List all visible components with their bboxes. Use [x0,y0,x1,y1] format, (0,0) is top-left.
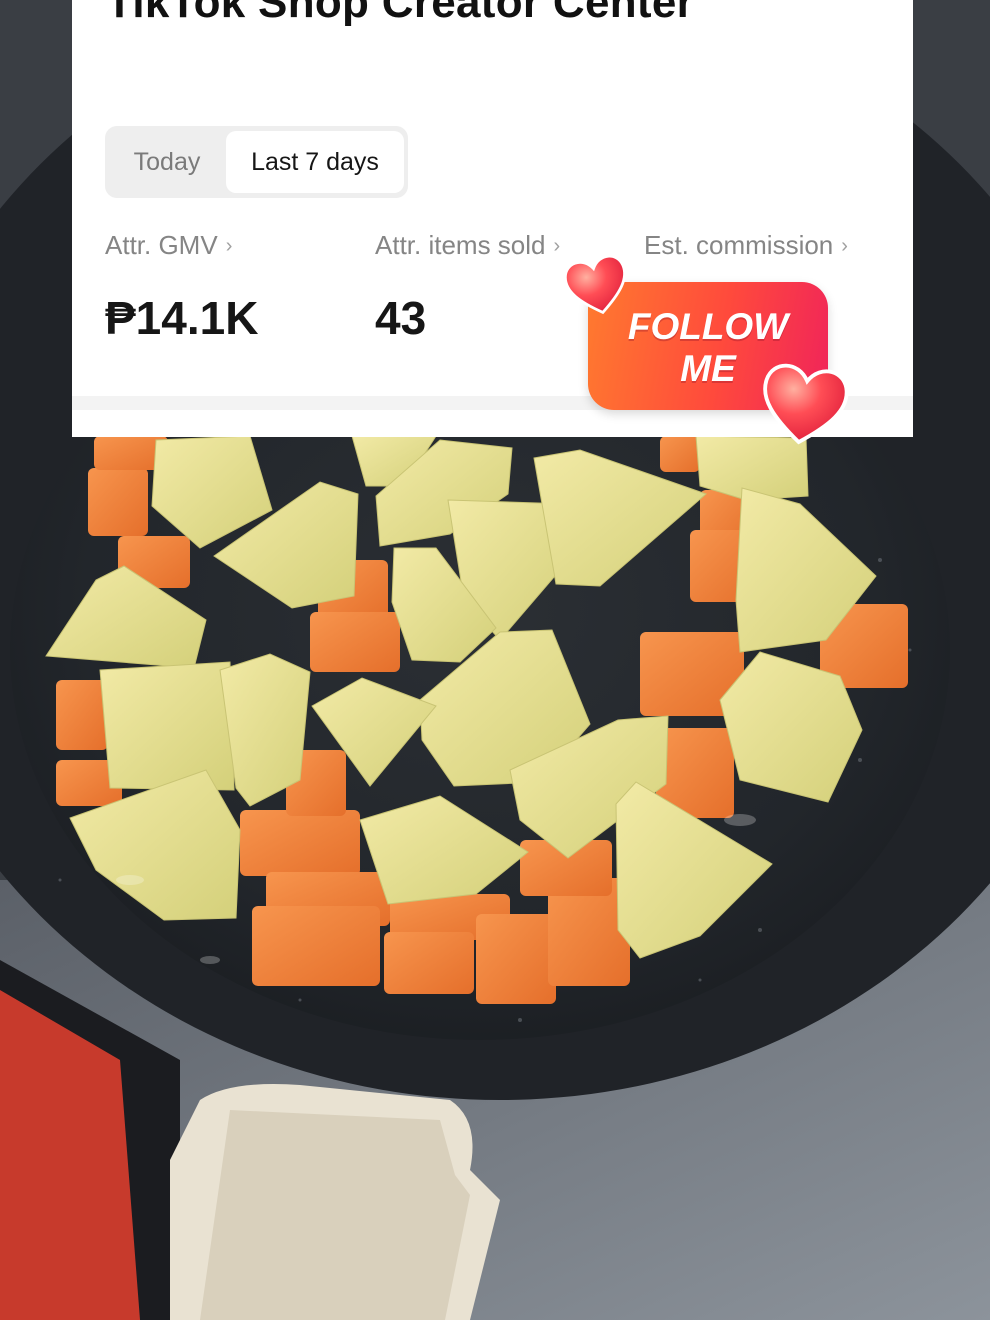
heart-icon [763,363,849,445]
tab-today[interactable]: Today [111,131,223,193]
date-range-selector: Today Last 7 days [105,126,408,198]
metric-gmv[interactable]: Attr. GMV › ₱14.1K [105,230,258,345]
metric-label: Attr. GMV [105,230,218,260]
metric-value: ₱14.1K [105,292,259,344]
tab-last-7-days[interactable]: Last 7 days [226,131,404,193]
follow-me-sticker: FOLLOW ME [560,250,860,450]
metric-items-sold[interactable]: Attr. items sold › 43 [375,230,560,345]
metric-value: 43 [375,292,427,344]
page-title: TikTok Shop Creator Center [106,0,695,27]
heart-icon [563,254,626,315]
chevron-right-icon: › [225,235,233,257]
metric-label: Attr. items sold [375,230,546,260]
